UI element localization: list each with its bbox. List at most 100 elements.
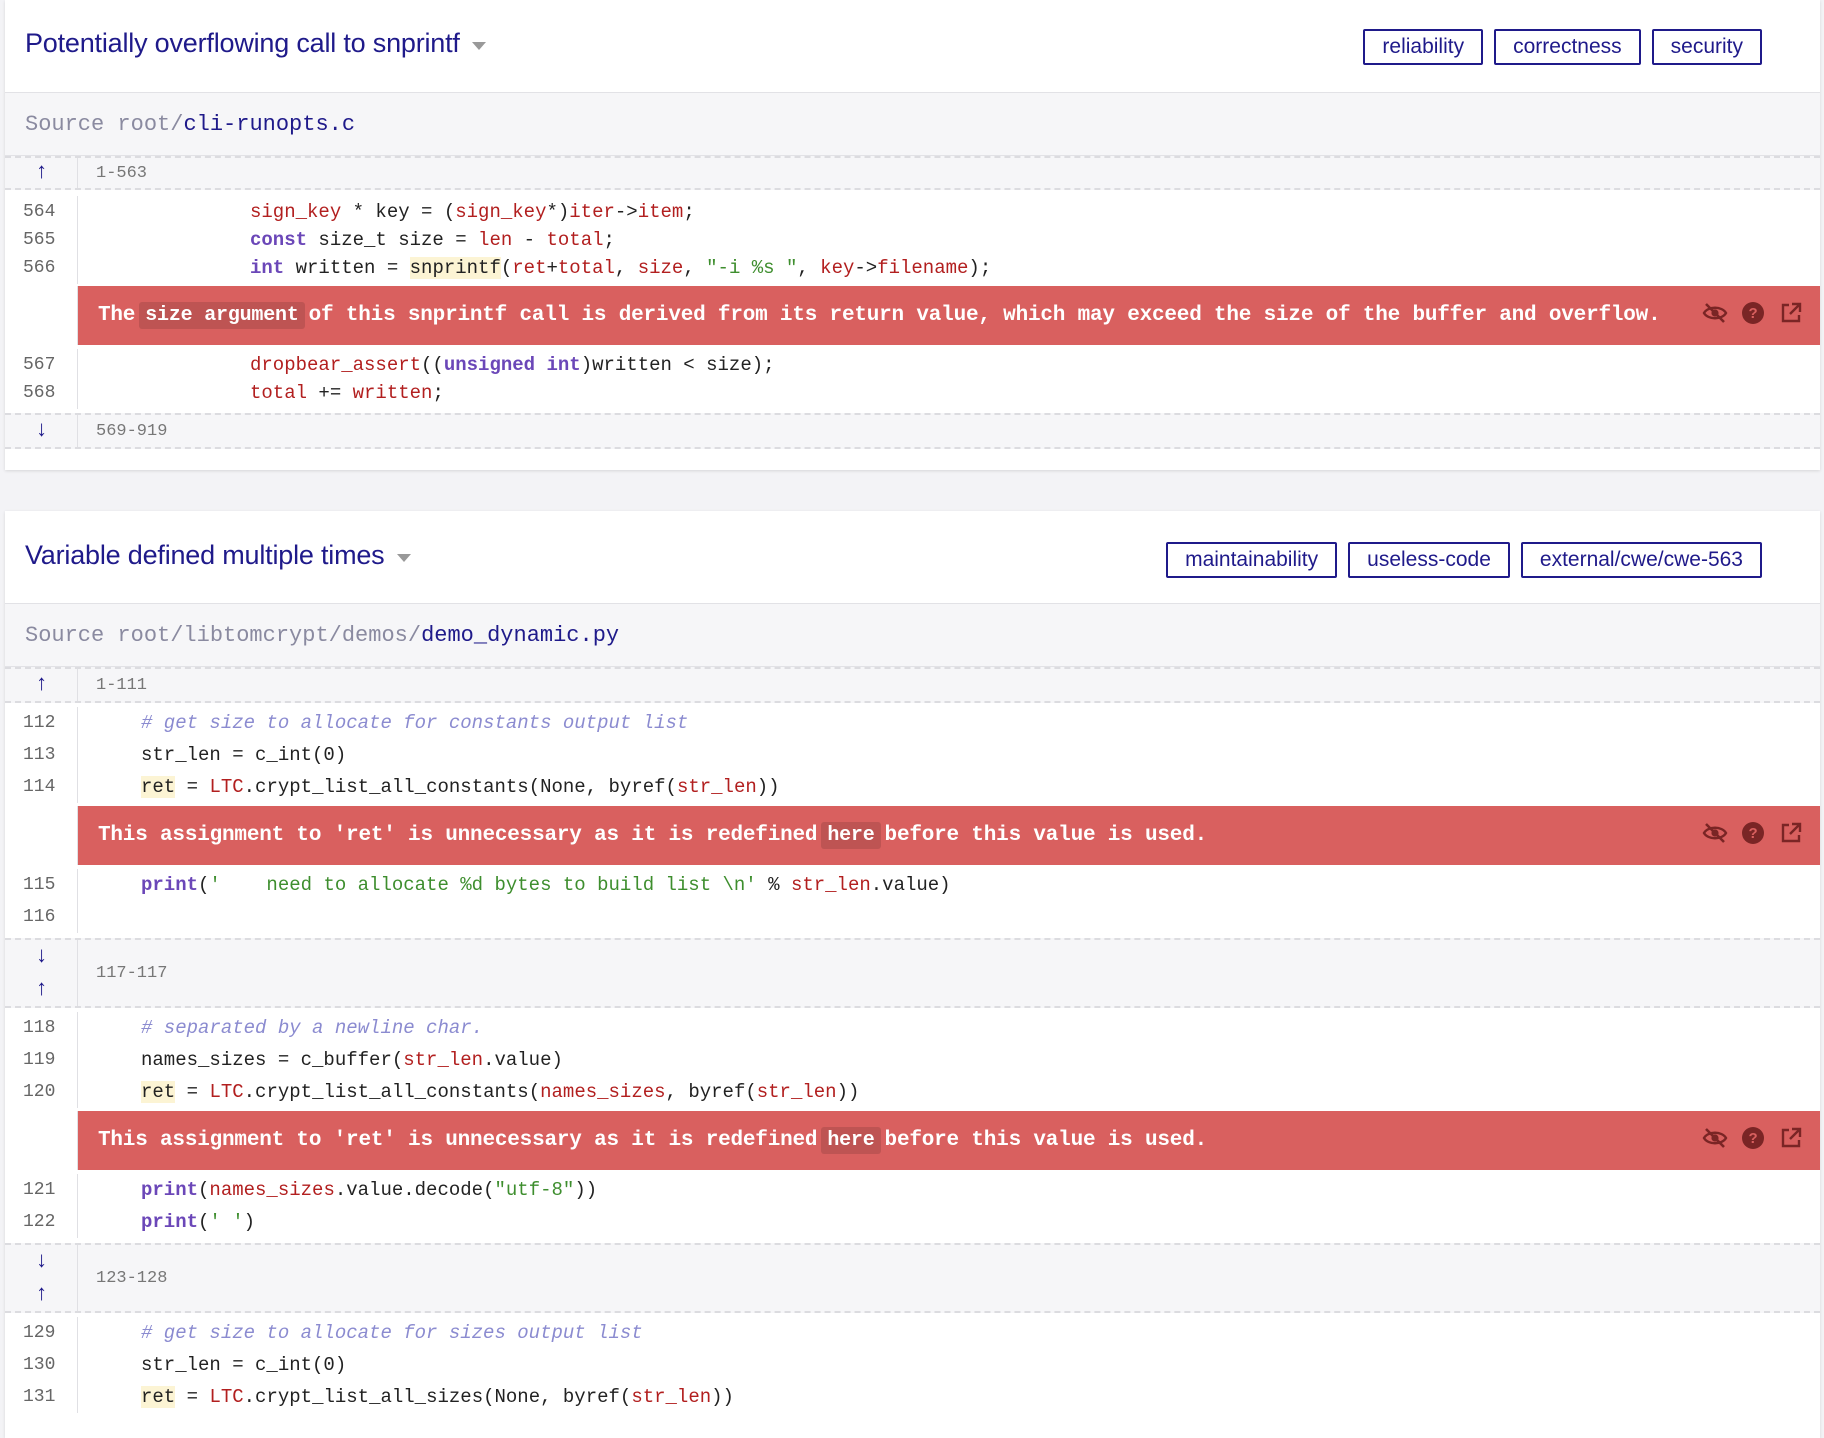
- chevron-down-icon[interactable]: [396, 553, 411, 562]
- tag-list: maintainability useless-code external/cw…: [1166, 542, 1762, 578]
- external-link-icon[interactable]: [1778, 300, 1804, 326]
- line-number: 568: [5, 377, 78, 409]
- expand-up-icon[interactable]: ↑: [35, 674, 48, 696]
- line-text: str_len = c_int(0): [141, 1354, 347, 1376]
- code-line: 116: [5, 901, 1820, 933]
- question-circle-icon[interactable]: ?: [1740, 300, 1766, 326]
- alert-title[interactable]: Variable defined multiple times: [25, 540, 411, 571]
- code-line: 115 print(' need to allocate %d bytes to…: [5, 869, 1820, 901]
- fold-bottom: ↓ 569-919: [5, 413, 1820, 449]
- code-line: 114 ret = LTC .crypt_list_all_constants(N…: [5, 771, 1820, 803]
- external-link-icon[interactable]: [1778, 1125, 1804, 1151]
- expand-up-icon[interactable]: ↑: [35, 162, 48, 184]
- chevron-down-icon[interactable]: [471, 41, 486, 50]
- eye-slash-icon[interactable]: [1702, 300, 1728, 326]
- alert-title-text: Potentially overflowing call to snprintf: [25, 28, 460, 58]
- line-text: str_len = c_int(0): [141, 744, 347, 766]
- line-number: 131: [5, 1381, 78, 1413]
- alert-message: This assignment to 'ret' is unnecessary …: [5, 806, 1820, 865]
- message-text-post: of this snprintf call is derived from it…: [308, 304, 1661, 327]
- source-prefix: Source root/: [25, 112, 184, 137]
- tag-cwe-563[interactable]: external/cwe/cwe-563: [1520, 542, 1762, 578]
- line-text: ret = LTC .crypt_list_all_constants(names…: [141, 1081, 860, 1103]
- line-number: 113: [5, 739, 78, 771]
- line-text: int written = snprintf(ret + total, size, …: [250, 257, 992, 279]
- fold-range: 1-563: [96, 163, 148, 183]
- highlighted-variable: ret: [141, 1386, 176, 1408]
- alert-header: Variable defined multiple times maintain…: [5, 511, 1820, 604]
- fold-range: 123-128: [96, 1268, 168, 1288]
- line-text: print(' need to allocate %d bytes to bui…: [141, 874, 951, 896]
- code-line: 113 str_len = c_int(0): [5, 739, 1820, 771]
- line-text: [78, 901, 1820, 933]
- source-path: Source root/libtomcrypt/demos/demo_dynam…: [5, 604, 1820, 667]
- alert-card-variable-defined: Variable defined multiple times maintain…: [5, 511, 1820, 1438]
- line-number: 114: [5, 771, 78, 803]
- tag-list: reliability correctness security: [1363, 29, 1762, 65]
- message-code-link[interactable]: here: [821, 1127, 881, 1154]
- expand-up-icon[interactable]: ↑: [35, 978, 48, 1001]
- message-text-pre: This assignment to 'ret' is unnecessary …: [98, 1129, 818, 1152]
- highlighted-variable: ret: [141, 776, 176, 798]
- line-number: 119: [5, 1044, 78, 1076]
- expand-down-icon[interactable]: ↓: [35, 945, 48, 968]
- source-file-link[interactable]: cli-runopts.c: [183, 112, 355, 137]
- message-text-post: before this value is used.: [884, 1129, 1208, 1152]
- message-text-pre: This assignment to 'ret' is unnecessary …: [98, 824, 818, 847]
- source-prefix: Source root/libtomcrypt/demos/: [25, 623, 422, 648]
- message-code-link[interactable]: size argument: [139, 302, 305, 329]
- line-text: # get size to allocate for sizes output …: [141, 1322, 643, 1344]
- external-link-icon[interactable]: [1778, 820, 1804, 846]
- expand-down-icon[interactable]: ↓: [35, 1250, 48, 1273]
- highlighted-call: snprintf: [409, 257, 501, 279]
- line-text: total += written;: [250, 382, 444, 404]
- line-text: ret = LTC .crypt_list_all_sizes(None, byr…: [141, 1386, 734, 1408]
- code-line: 568 total += written;: [5, 377, 1820, 409]
- alert-header: Potentially overflowing call to snprintf…: [5, 0, 1820, 93]
- line-text: # separated by a newline char.: [141, 1017, 484, 1039]
- tag-reliability[interactable]: reliability: [1363, 29, 1484, 65]
- alert-title[interactable]: Potentially overflowing call to snprintf: [25, 28, 486, 59]
- fold-top: ↑ 1-111: [5, 667, 1820, 703]
- line-text: names_sizes = c_buffer(str_len .value): [141, 1049, 563, 1071]
- fold-range: 117-117: [96, 963, 168, 983]
- source-path: Source root/cli-runopts.c: [5, 93, 1820, 156]
- source-file-link[interactable]: demo_dynamic.py: [421, 623, 619, 648]
- code-line: 121 print(names_sizes .value.decode("utf-…: [5, 1174, 1820, 1206]
- line-number: 121: [5, 1174, 78, 1206]
- svg-text:?: ?: [1749, 1130, 1758, 1147]
- message-text-pre: The: [98, 304, 136, 327]
- question-circle-icon[interactable]: ?: [1740, 1125, 1766, 1151]
- alert-message: This assignment to 'ret' is unnecessary …: [5, 1111, 1820, 1170]
- line-text: print(' '): [141, 1211, 256, 1233]
- svg-text:?: ?: [1749, 305, 1758, 322]
- line-number: 122: [5, 1206, 78, 1238]
- alert-card-snprintf: Potentially overflowing call to snprintf…: [5, 0, 1820, 470]
- tag-correctness[interactable]: correctness: [1494, 29, 1641, 65]
- tag-useless-code[interactable]: useless-code: [1348, 542, 1510, 578]
- alert-message: The size argument of this snprintf call is…: [5, 286, 1820, 345]
- line-number: 112: [5, 707, 78, 739]
- tag-security[interactable]: security: [1651, 29, 1762, 65]
- expand-up-icon[interactable]: ↑: [35, 1283, 48, 1306]
- code-line: 566 int written = snprintf(ret + total, si…: [5, 252, 1820, 284]
- line-number: 116: [5, 901, 78, 933]
- code-line: 119 names_sizes = c_buffer(str_len .value…: [5, 1044, 1820, 1076]
- highlighted-variable: ret: [141, 1081, 176, 1103]
- eye-slash-icon[interactable]: [1702, 820, 1728, 846]
- question-circle-icon[interactable]: ?: [1740, 820, 1766, 846]
- tag-maintainability[interactable]: maintainability: [1166, 542, 1338, 578]
- code-line: 118 # separated by a newline char.: [5, 1012, 1820, 1044]
- line-number: 115: [5, 869, 78, 901]
- code-line: 120 ret = LTC .crypt_list_all_constants(n…: [5, 1076, 1820, 1108]
- line-number: 130: [5, 1349, 78, 1381]
- fold-middle: ↓ ↑ 117-117: [5, 938, 1820, 1008]
- expand-down-icon[interactable]: ↓: [35, 420, 48, 442]
- fold-range: 569-919: [96, 421, 168, 441]
- code-line: 131 ret = LTC .crypt_list_all_sizes(None,…: [5, 1381, 1820, 1413]
- message-text-post: before this value is used.: [884, 824, 1208, 847]
- eye-slash-icon[interactable]: [1702, 1125, 1728, 1151]
- line-text: ret = LTC .crypt_list_all_constants(None,…: [141, 776, 780, 798]
- message-code-link[interactable]: here: [821, 822, 881, 849]
- line-number: 566: [5, 252, 78, 284]
